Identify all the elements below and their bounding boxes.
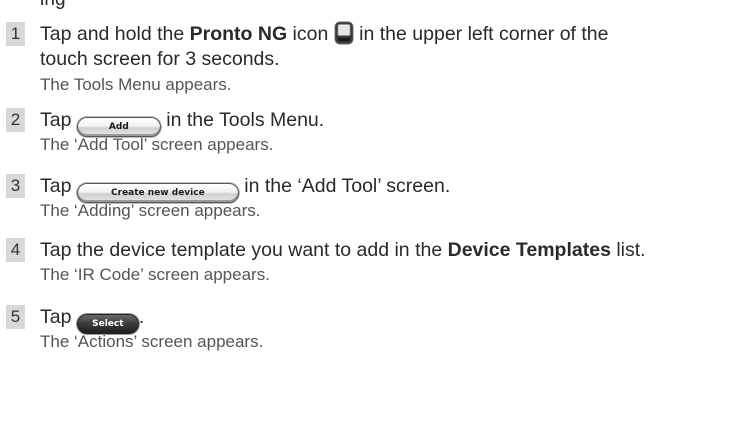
step-number: 2 xyxy=(6,108,25,132)
step-instruction: Tap Add in the Tools Menu. xyxy=(40,107,324,137)
step-instruction: Tap the device template you want to add … xyxy=(40,239,646,261)
pronto-ng-label: Pronto NG xyxy=(189,23,288,45)
step-number: 5 xyxy=(6,305,25,329)
step-result: The ‘Adding’ screen appears. xyxy=(40,201,261,220)
step-result: The ‘Add Tool’ screen appears. xyxy=(40,135,274,154)
step-instruction-cont: touch screen for 3 seconds. xyxy=(40,48,280,70)
step-result: The ‘Actions’ screen appears. xyxy=(40,332,264,351)
step-number: 4 xyxy=(6,238,25,262)
step-result: The ‘IR Code’ screen appears. xyxy=(40,265,270,284)
step-number: 1 xyxy=(6,22,25,46)
device-templates-label: Device Templates xyxy=(447,239,611,261)
pronto-ng-device-icon[interactable] xyxy=(334,21,354,52)
step-instruction: Tap Select. xyxy=(40,304,144,334)
step-result: The Tools Menu appears. xyxy=(40,75,232,94)
clipped-heading-fragment: ing xyxy=(40,0,66,11)
step-instruction: Tap Create new device in the ‘Add Tool’ … xyxy=(40,173,450,203)
step-number: 3 xyxy=(6,174,25,198)
